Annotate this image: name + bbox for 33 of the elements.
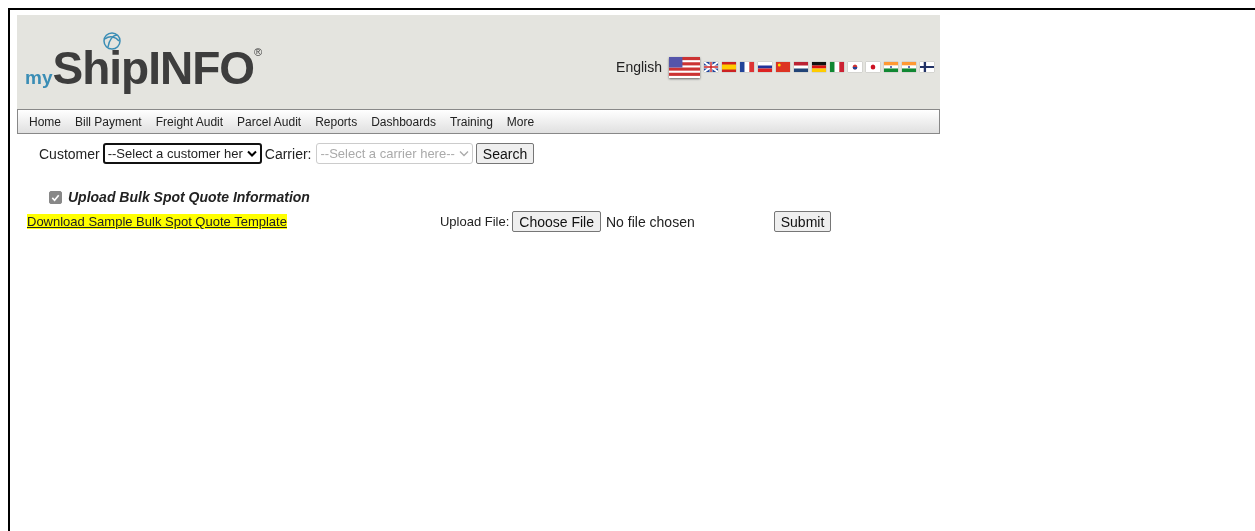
customer-label: Customer: [39, 145, 100, 162]
flag-icon[interactable]: [704, 62, 718, 72]
nav-link[interactable]: Training: [442, 114, 500, 129]
flag-icon[interactable]: [669, 56, 700, 78]
caret-icon: [246, 150, 257, 157]
download-link[interactable]: Download Sample Bulk Spot Quote Template: [27, 214, 287, 229]
flag-icon[interactable]: [812, 62, 826, 72]
flag-icon[interactable]: [920, 62, 934, 72]
search-button[interactable]: Search: [475, 143, 535, 164]
customer-dropdown[interactable]: --Select a customer her: [102, 143, 262, 164]
upload-file-label: Upload File:: [439, 214, 510, 229]
flag-icon[interactable]: [740, 62, 754, 72]
nav-link[interactable]: Freight Audit: [148, 114, 231, 129]
nav-link[interactable]: Reports: [308, 114, 365, 129]
language-label: English: [616, 59, 662, 75]
flag-icon[interactable]: [848, 62, 862, 72]
nav-link[interactable]: Parcel Audit: [230, 114, 309, 129]
checkbox-label: Upload Bulk Spot Quote Information: [68, 189, 310, 205]
nav-link[interactable]: Home: [26, 114, 68, 129]
nav-link[interactable]: Dashboards: [364, 114, 443, 129]
flag-icon[interactable]: [758, 62, 772, 72]
nav-link[interactable]: More: [499, 114, 542, 129]
file-status: No file chosen: [606, 213, 695, 230]
choose-file-button[interactable]: Choose File: [512, 211, 601, 232]
checkbox[interactable]: [49, 190, 62, 204]
submit-button[interactable]: Submit: [773, 211, 832, 232]
logo: myShipINFO®: [25, 29, 263, 95]
nav-link[interactable]: Bill Payment: [68, 114, 149, 129]
flag-icon[interactable]: [794, 62, 808, 72]
flag-icon[interactable]: [866, 62, 880, 72]
caret-icon: [458, 150, 469, 157]
flag-icon[interactable]: [830, 62, 844, 72]
carrier-label: Carrier:: [264, 145, 312, 162]
